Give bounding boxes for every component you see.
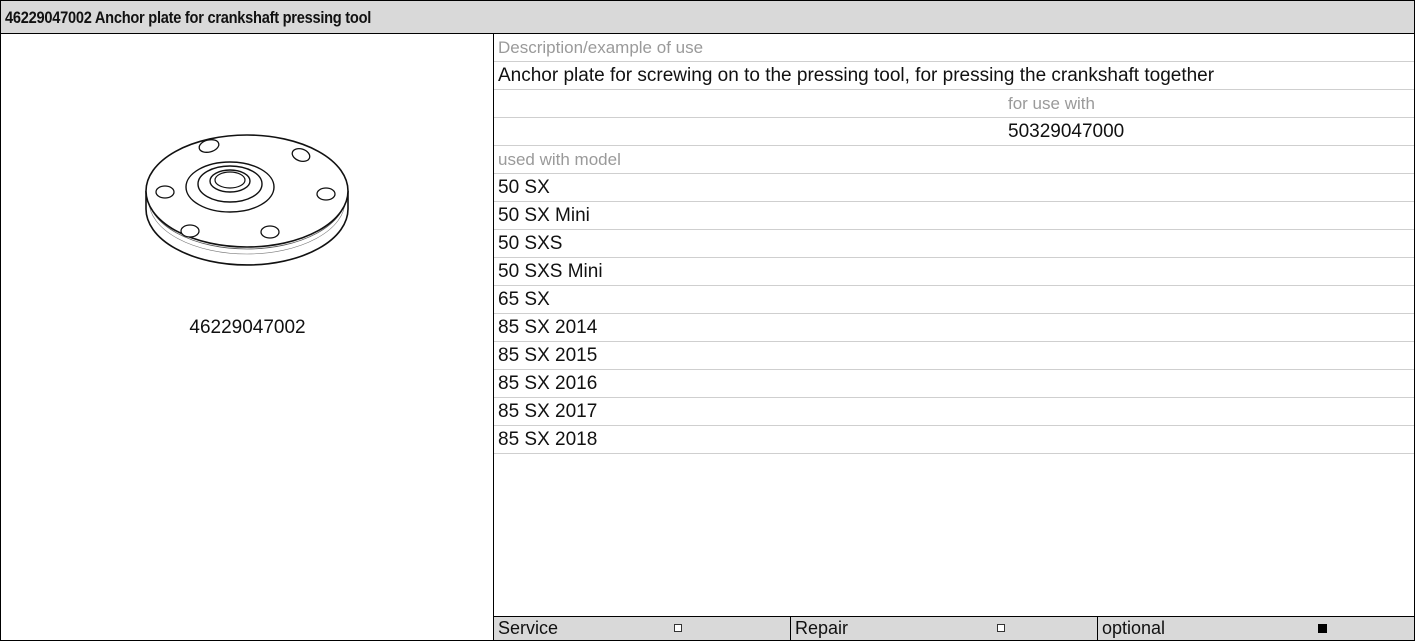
description-text: Anchor plate for screwing on to the pres… [494, 62, 1414, 90]
model-item: 50 SXS [494, 230, 1414, 258]
sheet-title: 46229047002 Anchor plate for crankshaft … [5, 8, 372, 27]
title-bar: 46229047002 Anchor plate for crankshaft … [1, 1, 1414, 34]
description-label: Description/example of use [494, 34, 1414, 62]
model-item: 65 SX [494, 286, 1414, 314]
tool-sheet: 46229047002 Anchor plate for crankshaft … [0, 0, 1415, 641]
legend-repair-label: Repair [795, 618, 849, 638]
legend-service: Service [494, 617, 790, 641]
model-item: 85 SX 2014 [494, 314, 1414, 342]
model-item: 50 SX Mini [494, 202, 1414, 230]
optional-checkbox-filled-icon [1318, 624, 1327, 633]
model-item: 85 SX 2015 [494, 342, 1414, 370]
anchor-plate-drawing [145, 134, 349, 266]
model-item: 50 SX [494, 174, 1414, 202]
legend-optional-label: optional [1102, 618, 1166, 638]
repair-checkbox-icon [997, 624, 1005, 632]
legend-repair: Repair [790, 617, 1097, 641]
for-use-with-value: 50329047000 [494, 118, 1414, 146]
model-item: 50 SXS Mini [494, 258, 1414, 286]
model-item: 85 SX 2016 [494, 370, 1414, 398]
legend-optional: optional [1097, 617, 1414, 641]
for-use-with-label: for use with [494, 90, 1414, 118]
usage-legend: Service Repair optional [494, 616, 1414, 641]
model-item: 85 SX 2018 [494, 426, 1414, 454]
service-checkbox-icon [674, 624, 682, 632]
models-label: used with model [494, 146, 1414, 174]
image-panel: 46229047002 [1, 34, 494, 640]
part-number-caption: 46229047002 [189, 317, 306, 338]
legend-service-label: Service [498, 618, 559, 638]
model-item: 85 SX 2017 [494, 398, 1414, 426]
